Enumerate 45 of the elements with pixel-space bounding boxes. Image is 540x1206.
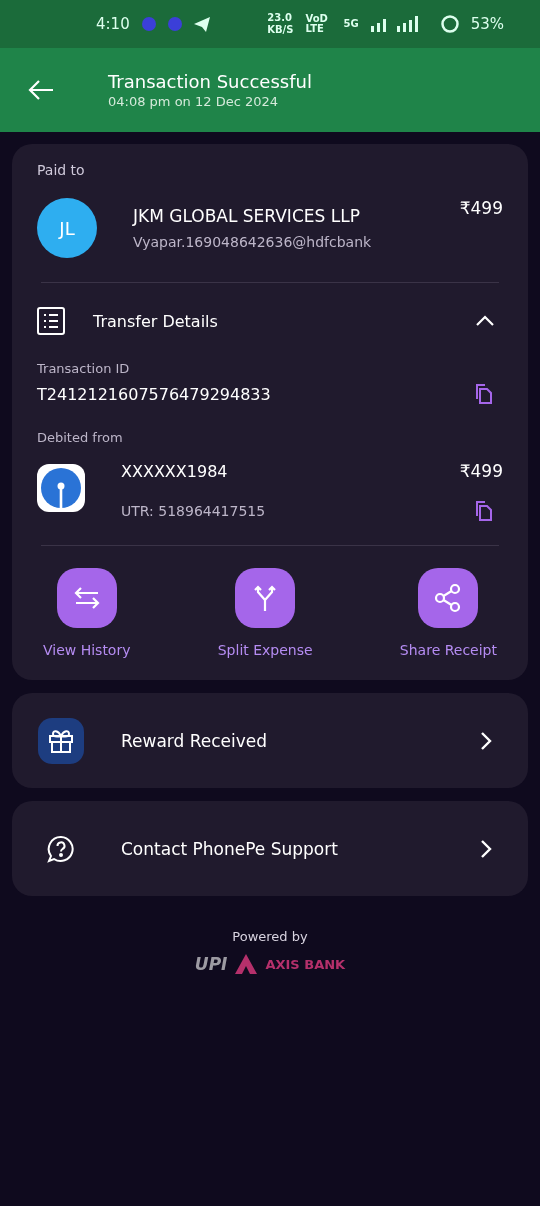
action-button[interactable]: Split Expense bbox=[217, 568, 313, 658]
share-icon bbox=[434, 583, 463, 613]
network-speed: 23.0 bbox=[267, 13, 293, 23]
transaction-id: T2412121607576479294833 bbox=[37, 384, 271, 404]
debited-amount: ₹499 bbox=[459, 461, 503, 481]
copy-icon[interactable] bbox=[475, 384, 493, 404]
debited-from-label: Debited from bbox=[37, 430, 124, 445]
upi-logo: UPI bbox=[194, 954, 228, 974]
speed-unit: KB/S bbox=[267, 25, 294, 35]
link-card[interactable]: Reward Received bbox=[12, 693, 528, 788]
transfer-details-title: Transfer Details bbox=[93, 311, 219, 331]
gift-icon bbox=[37, 716, 85, 765]
transaction-time: 04:08 pm on 12 Dec 2024 bbox=[108, 94, 279, 109]
split-arrows-icon bbox=[253, 584, 278, 612]
action-button[interactable]: View History bbox=[43, 568, 131, 658]
network-type: VoD LTE bbox=[305, 14, 329, 34]
bank-logo-icon bbox=[37, 464, 85, 512]
paid-amount: ₹499 bbox=[459, 198, 503, 218]
app-notification-icon bbox=[167, 17, 182, 31]
utr-number: UTR: 518964417515 bbox=[121, 503, 266, 519]
payee-upi-id: Vyapar.169048642636@hdfcbank bbox=[133, 234, 373, 250]
link-card[interactable]: Contact PhonePe Support bbox=[12, 801, 528, 896]
account-number: XXXXXX1984 bbox=[121, 461, 228, 481]
payee-avatar: JL bbox=[37, 198, 97, 258]
back-arrow-icon[interactable] bbox=[28, 79, 54, 101]
chevron-right-icon bbox=[480, 730, 492, 751]
paper-plane-icon bbox=[193, 16, 210, 32]
help-chat-icon bbox=[47, 834, 75, 863]
powered-by-label: Powered by bbox=[232, 929, 308, 944]
transaction-id-label: Transaction ID bbox=[37, 361, 131, 376]
chevron-right-icon bbox=[480, 838, 492, 859]
axis-bank-logo: AXIS BANK bbox=[265, 956, 346, 972]
list-icon bbox=[37, 307, 65, 335]
page-title: Transaction Successful bbox=[108, 71, 312, 92]
bank-mark-icon bbox=[235, 954, 258, 974]
paid-to-label: Paid to bbox=[37, 162, 86, 178]
action-button[interactable]: Share Receipt bbox=[399, 568, 497, 658]
clock: 4:10 bbox=[96, 15, 130, 33]
battery-ring-icon bbox=[440, 15, 459, 33]
payee-name: JKM GLOBAL SERVICES LLP bbox=[133, 206, 361, 226]
network-generation: 5G bbox=[343, 19, 359, 29]
copy-icon[interactable] bbox=[475, 501, 493, 521]
app-notification-icon bbox=[141, 17, 156, 31]
chevron-icon[interactable] bbox=[475, 315, 495, 327]
battery-level: 53% bbox=[470, 15, 504, 33]
